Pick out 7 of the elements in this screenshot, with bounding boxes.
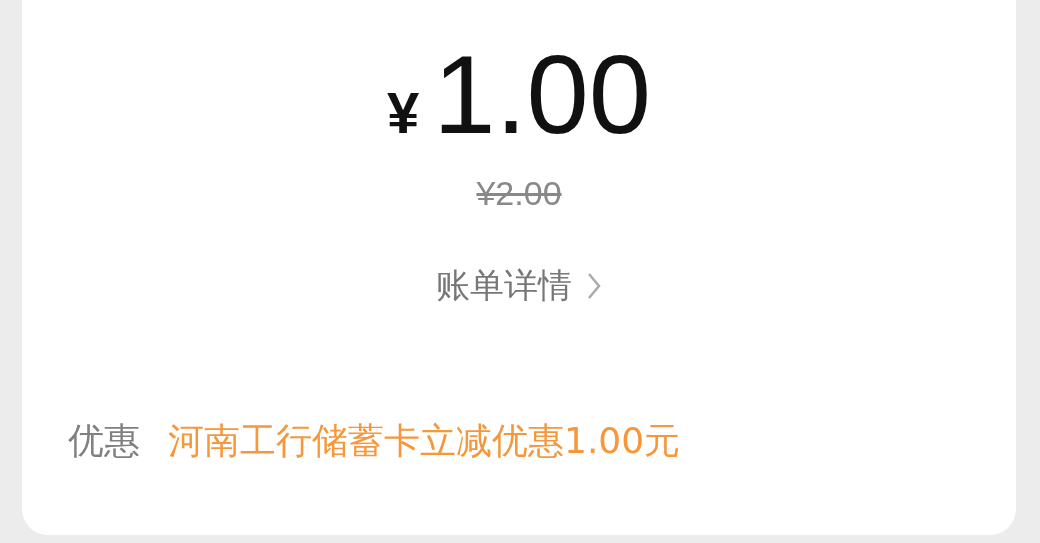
payment-amount: 1.00	[433, 40, 652, 150]
original-price: ¥2.00	[476, 174, 562, 213]
chevron-right-icon	[586, 271, 602, 301]
discount-text: 河南工行储蓄卡立减优惠1.00元	[168, 419, 681, 463]
currency-symbol: ¥	[386, 79, 420, 146]
bill-details-link[interactable]: 账单详情	[436, 263, 602, 309]
discount-label: 优惠	[68, 419, 140, 463]
